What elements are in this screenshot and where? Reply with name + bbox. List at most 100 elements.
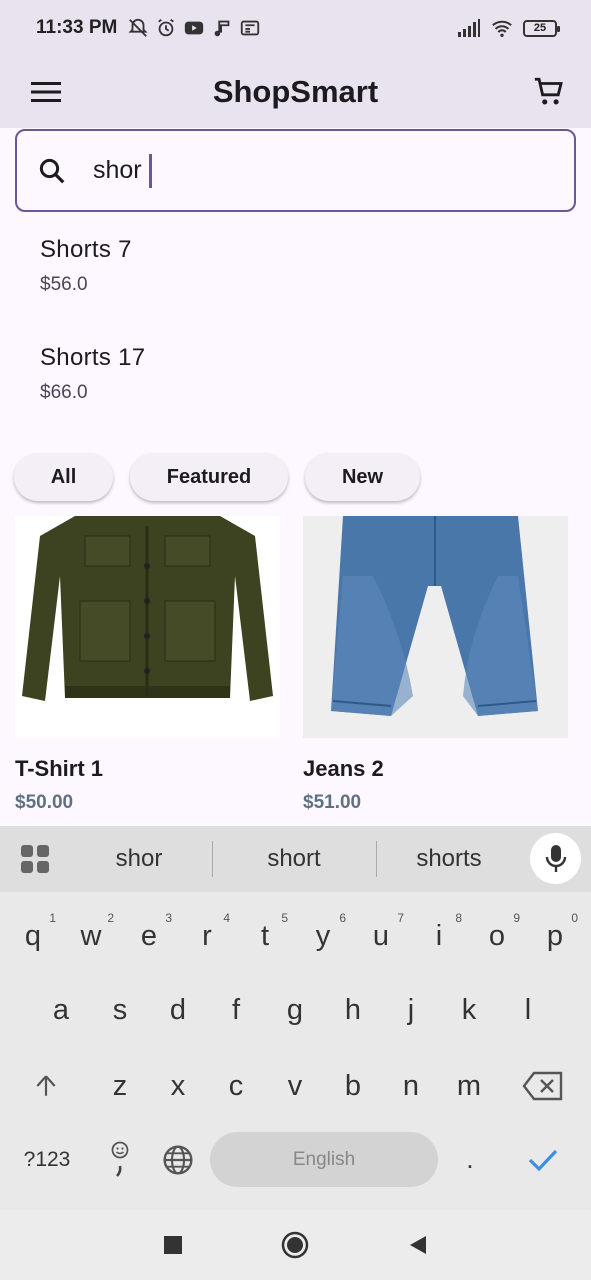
key-e[interactable]: e3 [124, 906, 174, 966]
key-hint: 6 [339, 911, 346, 925]
suggestion-name: Shorts 7 [40, 236, 132, 263]
key-z[interactable]: z [95, 1056, 145, 1116]
chip-all[interactable]: All [14, 453, 113, 501]
signal-icon [458, 19, 480, 37]
filter-chips: All Featured New [14, 453, 420, 501]
key-hint: 5 [281, 911, 288, 925]
shopping-cart-icon [534, 77, 563, 105]
keyboard-suggestion-bar: shor short shorts [0, 826, 591, 892]
microphone-icon [545, 844, 566, 872]
text-cursor [149, 153, 152, 188]
youtube-icon [185, 21, 204, 35]
key-w[interactable]: w2 [66, 906, 116, 966]
product-price: $50.00 [15, 792, 74, 813]
emoji-key[interactable] [100, 1132, 140, 1187]
product-price: $51.00 [303, 792, 362, 813]
key-hint: 7 [397, 911, 404, 925]
key-label: o [488, 919, 506, 952]
backspace-key[interactable] [518, 1056, 568, 1116]
key-u[interactable]: u7 [356, 906, 406, 966]
key-x[interactable]: x [153, 1056, 203, 1116]
key-hint: 8 [455, 911, 462, 925]
product-card[interactable]: T-Shirt 1 $50.00 [15, 516, 280, 814]
search-icon [39, 158, 65, 183]
key-j[interactable]: j [386, 980, 436, 1040]
menu-button[interactable] [26, 72, 66, 112]
key-hint: 4 [223, 911, 230, 925]
word-suggestion[interactable]: shorts [384, 826, 514, 892]
word-suggestion[interactable]: shor [74, 826, 204, 892]
grid-apps-icon [21, 845, 49, 873]
key-g[interactable]: g [270, 980, 320, 1040]
search-input[interactable] [93, 156, 393, 185]
enter-key[interactable] [520, 1132, 566, 1187]
key-s[interactable]: s [95, 980, 145, 1040]
key-hint: 9 [513, 911, 520, 925]
key-label: q [24, 919, 42, 952]
space-bar[interactable]: English [210, 1132, 438, 1187]
shift-arrow-icon [36, 1075, 56, 1096]
chip-new[interactable]: New [305, 453, 420, 501]
period-key[interactable]: . [452, 1132, 488, 1187]
language-key[interactable] [158, 1132, 198, 1187]
key-hint: 1 [49, 911, 56, 925]
bell-off-icon [128, 18, 148, 37]
key-b[interactable]: b [328, 1056, 378, 1116]
recents-button[interactable] [158, 1230, 188, 1260]
key-c[interactable]: c [211, 1056, 261, 1116]
system-navigation-bar [0, 1210, 591, 1280]
back-button[interactable] [402, 1230, 432, 1260]
key-label: r [202, 919, 212, 952]
home-button[interactable] [280, 1230, 310, 1260]
app-title: ShopSmart [212, 74, 379, 109]
key-q[interactable]: q1 [8, 906, 58, 966]
suggestion-divider [376, 841, 377, 877]
suggestion-price: $66.0 [40, 382, 88, 403]
key-label: w [80, 919, 102, 952]
word-suggestion[interactable]: short [229, 826, 359, 892]
keyboard-apps-button[interactable] [20, 844, 50, 879]
key-y[interactable]: y6 [298, 906, 348, 966]
key-m[interactable]: m [444, 1056, 494, 1116]
soft-keyboard: shor short shorts q1 w2 e3 r4 t5 y6 u7 i… [0, 826, 591, 1210]
triangle-back-icon [410, 1236, 426, 1254]
key-d[interactable]: d [153, 980, 203, 1040]
key-label: t [260, 919, 270, 952]
key-h[interactable]: h [328, 980, 378, 1040]
shift-key[interactable] [26, 1056, 66, 1116]
product-image-jacket [15, 516, 280, 738]
status-time: 11:33 PM [36, 17, 118, 38]
key-hint: 0 [571, 911, 578, 925]
key-a[interactable]: a [36, 980, 86, 1040]
search-field[interactable] [15, 129, 576, 212]
battery-icon: 25 [523, 19, 560, 37]
key-label: p [546, 919, 564, 952]
key-p[interactable]: p0 [530, 906, 580, 966]
key-hint: 2 [107, 911, 114, 925]
key-label: i [435, 919, 443, 952]
product-name: T-Shirt 1 [15, 756, 104, 781]
key-l[interactable]: l [503, 980, 553, 1040]
chip-featured[interactable]: Featured [130, 453, 288, 501]
status-system-icons: 25 [457, 17, 560, 39]
circle-home-icon [281, 1231, 309, 1259]
wifi-icon [492, 20, 512, 37]
key-n[interactable]: n [386, 1056, 436, 1116]
key-hint: 3 [165, 911, 172, 925]
status-bar: 11:33 PM 25 [0, 0, 591, 56]
key-r[interactable]: r4 [182, 906, 232, 966]
product-card[interactable]: Jeans 2 $51.00 [303, 516, 568, 814]
search-suggestion[interactable]: Shorts 17 $66.0 [40, 344, 540, 404]
key-o[interactable]: o9 [472, 906, 522, 966]
symbols-key[interactable]: ?123 [14, 1132, 80, 1187]
search-suggestion[interactable]: Shorts 7 $56.0 [40, 236, 540, 296]
voice-input-button[interactable] [530, 833, 581, 884]
key-label: y [315, 919, 331, 952]
key-k[interactable]: k [444, 980, 494, 1040]
key-f[interactable]: f [211, 980, 261, 1040]
key-v[interactable]: v [270, 1056, 320, 1116]
key-i[interactable]: i8 [414, 906, 464, 966]
globe-icon [163, 1144, 193, 1175]
key-t[interactable]: t5 [240, 906, 290, 966]
cart-button[interactable] [529, 72, 569, 112]
